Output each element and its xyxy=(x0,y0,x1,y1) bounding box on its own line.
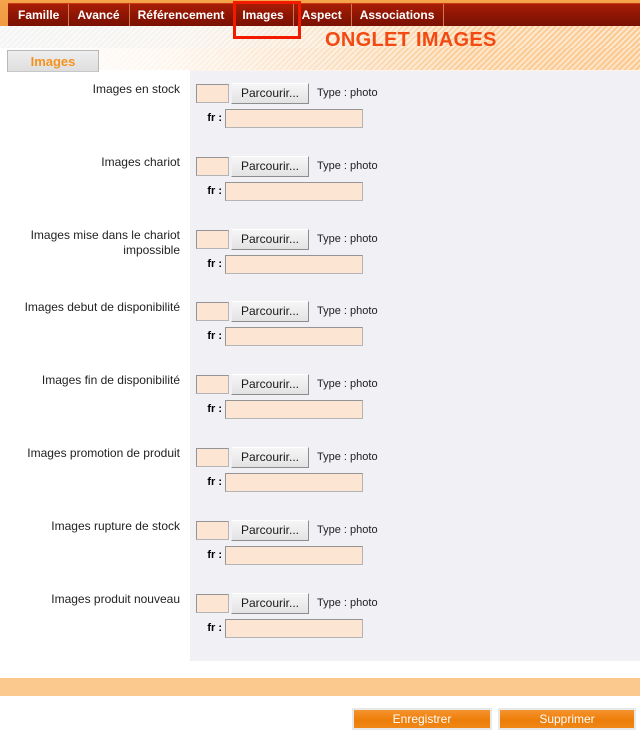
tab-avanc-[interactable]: Avancé xyxy=(69,4,130,26)
file-upload-line: Parcourir... Type : photo xyxy=(196,228,378,250)
form-row-label: Images fin de disponibilité xyxy=(41,373,180,387)
form-row: Images produit nouveau Parcourir... Type :… xyxy=(0,592,640,652)
browse-button[interactable]: Parcourir... xyxy=(231,592,310,614)
form-row-label: Images promotion de produit xyxy=(27,446,180,460)
file-path-input[interactable] xyxy=(196,229,229,249)
language-value-line: fr : xyxy=(196,472,363,492)
language-value-line: fr : xyxy=(196,181,363,201)
language-code-label: fr : xyxy=(207,330,222,342)
subtab-images[interactable]: Images xyxy=(7,50,99,72)
form-row-label: Images mise dans le chariot impossible xyxy=(30,228,180,257)
form-row-label: Images en stock xyxy=(92,82,180,96)
field-type-label: Type : photo xyxy=(317,597,378,609)
language-code-label: fr : xyxy=(207,403,222,415)
form-row: Images fin de disponibilité Parcourir... T… xyxy=(0,373,640,433)
language-code-label: fr : xyxy=(207,112,222,124)
file-upload-line: Parcourir... Type : photo xyxy=(196,373,378,395)
language-code-label: fr : xyxy=(207,622,222,634)
language-value-line: fr : xyxy=(196,254,363,274)
file-upload-line: Parcourir... Type : photo xyxy=(196,519,378,541)
field-type-label: Type : photo xyxy=(317,233,378,245)
browse-button[interactable]: Parcourir... xyxy=(231,519,310,541)
tab-strip: Famille Avancé Référencement Images Aspect As… xyxy=(8,3,640,26)
language-value-line: fr : xyxy=(196,399,363,419)
language-value-line: fr : xyxy=(196,326,363,346)
form-row: Images promotion de produit Parcourir... T… xyxy=(0,446,640,506)
browse-button[interactable]: Parcourir... xyxy=(231,446,310,468)
browse-button[interactable]: Parcourir... xyxy=(231,82,310,104)
language-code-label: fr : xyxy=(207,549,222,561)
tab-r-f-rencement[interactable]: Référencement xyxy=(130,4,235,26)
language-code-label: fr : xyxy=(207,476,222,488)
file-path-input[interactable] xyxy=(196,301,229,321)
tab-associations[interactable]: Associations xyxy=(352,4,445,26)
file-path-input[interactable] xyxy=(196,83,229,103)
file-path-input[interactable] xyxy=(196,520,229,540)
file-path-input[interactable] xyxy=(196,447,229,467)
form-row-label: Images chariot xyxy=(101,155,180,169)
form-row: Images debut de disponibilité Parcourir..… xyxy=(0,300,640,360)
language-code-label: fr : xyxy=(207,258,222,270)
tab-famille[interactable]: Famille xyxy=(8,4,70,26)
file-upload-line: Parcourir... Type : photo xyxy=(196,446,378,468)
browse-button[interactable]: Parcourir... xyxy=(231,155,310,177)
language-value-input[interactable] xyxy=(225,181,363,201)
form-row: Images chariot Parcourir... Type : photo fr… xyxy=(0,155,640,215)
file-path-input[interactable] xyxy=(196,593,229,613)
field-type-label: Type : photo xyxy=(317,451,378,463)
form-row-label: Images produit nouveau xyxy=(51,592,180,606)
language-value-input[interactable] xyxy=(225,254,363,274)
language-value-line: fr : xyxy=(196,545,363,565)
tab-images[interactable]: Images xyxy=(234,4,294,26)
delete-button[interactable]: Supprimer xyxy=(498,708,636,730)
form-row-label: Images debut de disponibilité xyxy=(24,300,180,314)
field-type-label: Type : photo xyxy=(317,87,378,99)
annotation-title: ONGLET IMAGES xyxy=(325,29,497,51)
field-type-label: Type : photo xyxy=(317,378,378,390)
form-row: Images mise dans le chariot impossible Pa… xyxy=(0,228,640,288)
file-path-input[interactable] xyxy=(196,374,229,394)
form-row: Images en stock Parcourir... Type : photo f… xyxy=(0,82,640,142)
language-value-line: fr : xyxy=(196,108,363,128)
field-type-label: Type : photo xyxy=(317,305,378,317)
language-value-input[interactable] xyxy=(225,618,363,638)
browse-button[interactable]: Parcourir... xyxy=(231,228,310,250)
field-type-label: Type : photo xyxy=(317,524,378,536)
language-value-input[interactable] xyxy=(225,545,363,565)
file-upload-line: Parcourir... Type : photo xyxy=(196,592,378,614)
language-value-line: fr : xyxy=(196,618,363,638)
language-value-input[interactable] xyxy=(225,108,363,128)
footer-actions: Enregistrer Supprimer xyxy=(0,708,640,730)
field-type-label: Type : photo xyxy=(317,160,378,172)
file-path-input[interactable] xyxy=(196,156,229,176)
language-value-input[interactable] xyxy=(225,399,363,419)
form-row-label: Images rupture de stock xyxy=(51,519,180,533)
save-button[interactable]: Enregistrer xyxy=(352,708,492,730)
top-tab-bar: Famille Avancé Référencement Images Aspect As… xyxy=(0,0,640,26)
file-upload-line: Parcourir... Type : photo xyxy=(196,82,378,104)
language-value-input[interactable] xyxy=(225,472,363,492)
tab-aspect[interactable]: Aspect xyxy=(294,4,352,26)
language-code-label: fr : xyxy=(207,185,222,197)
browse-button[interactable]: Parcourir... xyxy=(231,373,310,395)
footer-accent-bar xyxy=(0,678,640,696)
form-row: Images rupture de stock Parcourir... Type … xyxy=(0,519,640,579)
browse-button[interactable]: Parcourir... xyxy=(231,300,310,322)
header-band-upper xyxy=(0,26,640,48)
file-upload-line: Parcourir... Type : photo xyxy=(196,155,378,177)
language-value-input[interactable] xyxy=(225,326,363,346)
file-upload-line: Parcourir... Type : photo xyxy=(196,300,378,322)
